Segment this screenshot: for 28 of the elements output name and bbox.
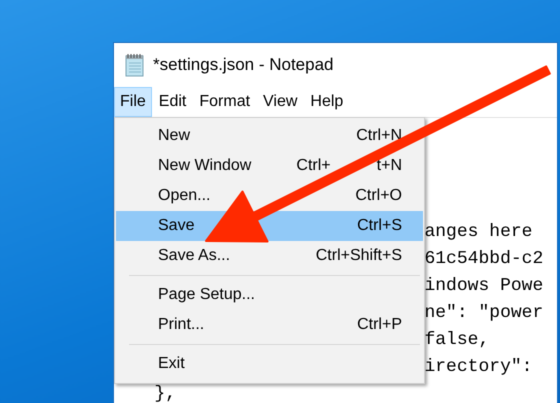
menu-item[interactable]: Exit — [116, 349, 423, 379]
menu-bar-item[interactable]: File — [114, 87, 152, 117]
keyboard-shortcut: Ctrl+S — [357, 217, 402, 235]
keyboard-shortcut: Ctrl+N — [356, 127, 402, 145]
code-line: 61c54bbd-c2 — [424, 249, 544, 269]
menu-item[interactable]: New Ctrl+N — [116, 121, 423, 151]
menu-bar-item[interactable]: Format — [193, 87, 256, 117]
menu-item[interactable]: Page Setup... — [116, 280, 423, 310]
menu-item[interactable]: Open... Ctrl+O — [116, 181, 423, 211]
window-title: *settings.json - Notepad — [153, 55, 334, 75]
code-line: }, — [154, 384, 176, 403]
menu-item[interactable]: New Window Ctrl+ t+N — [116, 151, 423, 181]
menu-item[interactable]: Save As... Ctrl+Shift+S — [116, 241, 423, 271]
keyboard-shortcut: Ctrl+P — [357, 316, 402, 334]
menu-bar-item[interactable]: Help — [304, 87, 350, 117]
notepad-icon — [124, 53, 146, 77]
code-line: indows Powe — [424, 276, 544, 296]
menu-bar-item[interactable]: Edit — [152, 87, 192, 117]
keyboard-shortcut: Ctrl+Shift+S — [316, 247, 402, 265]
code-line: anges here — [424, 222, 532, 242]
menu-bar-item[interactable]: View — [257, 87, 304, 117]
keyboard-shortcut: Ctrl+ — [296, 157, 331, 175]
code-line: ne": "power — [424, 303, 544, 323]
menu-item[interactable]: Print... Ctrl+P — [116, 310, 423, 340]
keyboard-shortcut: Ctrl+O — [355, 187, 402, 205]
keyboard-shortcut: t+N — [376, 157, 402, 175]
code-line: false, — [424, 330, 490, 350]
code-line: irectory": — [424, 357, 532, 377]
